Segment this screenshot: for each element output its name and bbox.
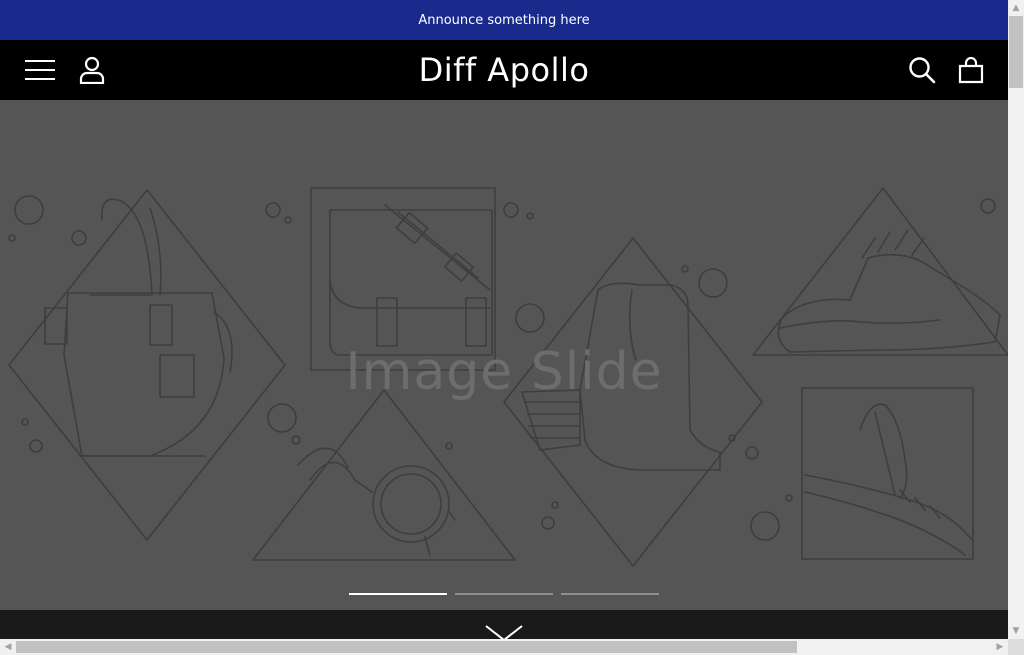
horizontal-scrollbar-thumb[interactable] <box>16 641 797 653</box>
slide-dot-2[interactable] <box>455 593 553 595</box>
page: Announce something here Diff Apollo Imag… <box>0 0 1008 639</box>
scroll-up-arrow-icon[interactable]: ▲ <box>1008 0 1024 16</box>
vertical-scrollbar-thumb[interactable] <box>1009 16 1023 88</box>
slide-dot-3[interactable] <box>561 593 659 595</box>
announcement-text: Announce something here <box>418 12 590 28</box>
announcement-bar[interactable]: Announce something here <box>0 0 1008 40</box>
scroll-left-arrow-icon[interactable]: ◀ <box>0 639 16 655</box>
chevron-down-icon <box>485 625 523 639</box>
slide-placeholder-label: Image Slide <box>345 342 663 402</box>
scrollbar-corner <box>1008 639 1024 655</box>
slide-pagination <box>349 593 659 595</box>
user-icon <box>79 56 105 84</box>
menu-button[interactable] <box>22 40 58 100</box>
account-button[interactable] <box>76 40 108 100</box>
cart-button[interactable] <box>954 40 988 100</box>
search-button[interactable] <box>906 40 938 100</box>
shopping-bag-icon <box>958 56 984 84</box>
site-header: Diff Apollo <box>0 40 1008 100</box>
logo: Diff Apollo <box>0 40 1008 100</box>
scroll-down-button[interactable] <box>484 620 524 639</box>
scroll-right-arrow-icon[interactable]: ▶ <box>992 639 1008 655</box>
scroll-down-band <box>0 610 1008 639</box>
horizontal-scrollbar[interactable]: ◀ ▶ <box>0 639 1008 655</box>
search-icon <box>909 57 936 84</box>
hero-slideshow[interactable]: Image Slide <box>0 100 1008 610</box>
logo-link[interactable]: Diff Apollo <box>419 51 590 89</box>
hamburger-menu-icon <box>25 60 55 80</box>
scroll-down-arrow-icon[interactable]: ▼ <box>1008 623 1024 639</box>
slide-dot-1[interactable] <box>349 593 447 595</box>
vertical-scrollbar[interactable]: ▲ ▼ <box>1008 0 1024 639</box>
